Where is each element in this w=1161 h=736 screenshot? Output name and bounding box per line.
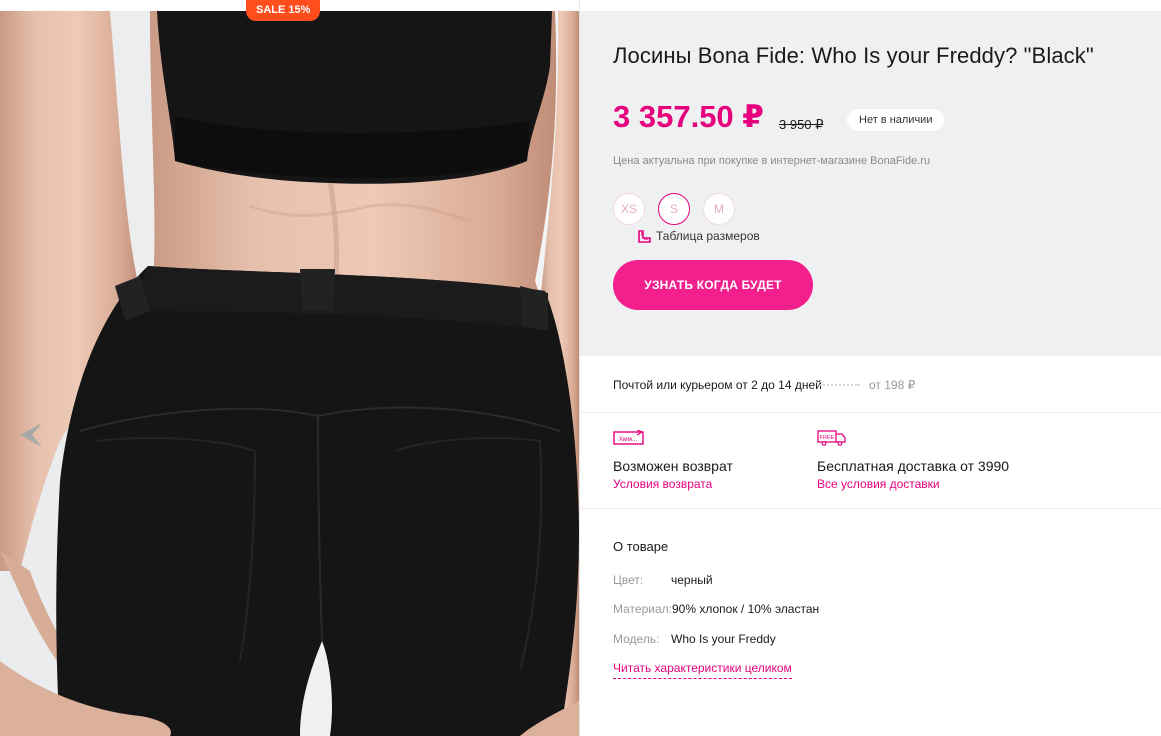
size-table-link[interactable]: Таблица размеров — [638, 229, 760, 243]
delivery-text: Почтой или курьером от 2 до 14 дней — [613, 378, 822, 392]
size-selector: XS S M — [613, 193, 735, 225]
product-photo[interactable] — [0, 11, 579, 736]
attribute-row-model: Модель: Who Is your Freddy — [613, 632, 776, 646]
attribute-key: Материал: — [613, 602, 672, 616]
delivery-dots-divider — [820, 384, 860, 386]
delivery-price: от 198 ₽ — [869, 378, 916, 392]
size-option-s[interactable]: S — [658, 193, 690, 225]
size-option-xs[interactable]: XS — [613, 193, 645, 225]
current-price: 3 357.50 ₽ — [613, 99, 764, 134]
attribute-row-material: Материал:90% хлопок / 10% эластан — [613, 602, 819, 616]
about-product-title: О товаре — [613, 539, 669, 554]
benefit-free-delivery: FREE Бесплатная доставка от 3990 Все усл… — [817, 430, 1009, 491]
chevron-left-icon — [20, 423, 42, 447]
benefit-return-title: Возможен возврат — [613, 458, 733, 474]
size-option-m[interactable]: M — [703, 193, 735, 225]
notify-when-available-button[interactable]: УЗНАТЬ КОГДА БУДЕТ — [613, 260, 813, 310]
attribute-key: Цвет: — [613, 573, 644, 587]
attribute-row-color: Цвет: черный — [613, 573, 713, 587]
delivery-info: Почтой или курьером от 2 до 14 дней от 1… — [580, 356, 1161, 413]
product-photo-illustration — [0, 11, 579, 736]
free-delivery-truck-icon: FREE — [817, 430, 1009, 448]
return-icon: Хмм... — [613, 429, 733, 448]
free-delivery-icon-text: FREE — [820, 435, 835, 441]
size-table-label: Таблица размеров — [656, 229, 760, 243]
return-conditions-link[interactable]: Условия возврата — [613, 477, 733, 491]
product-summary-panel: Лосины Bona Fide: Who Is your Freddy? "B… — [580, 11, 1161, 356]
benefits-row: Хмм... Возможен возврат Условия возврата… — [580, 414, 1161, 509]
attribute-value: Who Is your Freddy — [671, 632, 776, 646]
sale-badge: SALE 15% — [246, 0, 321, 21]
gallery-prev-button[interactable] — [18, 420, 44, 450]
product-title: Лосины Bona Fide: Who Is your Freddy? "B… — [613, 43, 1094, 68]
benefit-return: Хмм... Возможен возврат Условия возврата — [613, 429, 733, 491]
attribute-value: черный — [671, 573, 713, 587]
attribute-key: Модель: — [613, 632, 660, 646]
product-gallery: SALE 15% — [0, 0, 579, 736]
ruler-icon — [638, 229, 651, 243]
benefit-free-delivery-title: Бесплатная доставка от 3990 — [817, 458, 1010, 474]
delivery-conditions-link[interactable]: Все условия доставки — [817, 477, 1009, 491]
read-full-specs-link[interactable]: Читать характеристики целиком — [613, 661, 792, 679]
stock-status-badge: Нет в наличии — [847, 109, 945, 131]
return-icon-text: Хмм... — [619, 436, 638, 443]
old-price: 3 950 ₽ — [779, 117, 824, 132]
price-note: Цена актуальна при покупке в интернет-ма… — [613, 155, 931, 167]
about-product-section: О товаре Цвет: черный Материал:90% хлопок… — [580, 510, 1161, 736]
attribute-value: 90% хлопок / 10% эластан — [672, 602, 820, 616]
